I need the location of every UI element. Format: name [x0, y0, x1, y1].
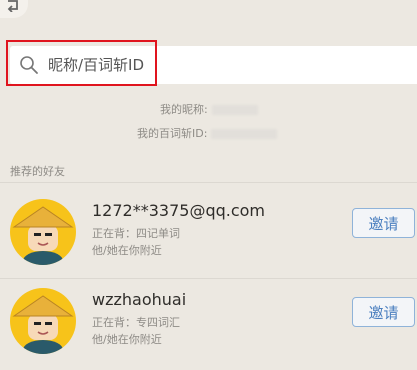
friend-status: 正在背：专四词汇	[92, 316, 180, 329]
my-nickname-label: 我的昵称:	[160, 103, 208, 116]
invite-button[interactable]: 邀请	[352, 208, 415, 238]
friend-row[interactable]: wzzhaohuai 正在背：专四词汇 他/她在你附近 邀请	[0, 288, 417, 370]
farmer-avatar-icon	[12, 295, 74, 354]
friend-name: 1272**3375@qq.com	[92, 201, 266, 220]
farmer-avatar-icon	[12, 206, 74, 265]
search-bar[interactable]	[10, 46, 417, 84]
avatar	[10, 288, 76, 354]
friend-nearby: 他/她在你附近	[92, 244, 162, 257]
my-nickname-row: 我的昵称:	[160, 101, 258, 117]
back-arrow-icon	[7, 0, 18, 12]
my-id-row: 我的百词斩ID:	[137, 125, 278, 141]
friend-nearby: 他/她在你附近	[92, 333, 162, 346]
friend-name: wzzhaohuai	[92, 290, 187, 309]
section-divider	[0, 182, 417, 183]
invite-button[interactable]: 邀请	[352, 297, 415, 327]
my-id-value-redacted	[211, 129, 278, 139]
friend-status: 正在背：四记单词	[92, 227, 180, 240]
search-input[interactable]	[48, 46, 408, 84]
friend-row[interactable]: 1272**3375@qq.com 正在背：四记单词 他/她在你附近 邀请	[0, 199, 417, 281]
recommended-friends-title: 推荐的好友	[10, 165, 65, 178]
search-icon	[20, 56, 38, 74]
my-nickname-value-redacted	[211, 105, 258, 115]
avatar	[10, 199, 76, 265]
row-divider	[0, 278, 417, 279]
back-button[interactable]	[0, 0, 28, 18]
my-id-label: 我的百词斩ID:	[137, 127, 208, 140]
